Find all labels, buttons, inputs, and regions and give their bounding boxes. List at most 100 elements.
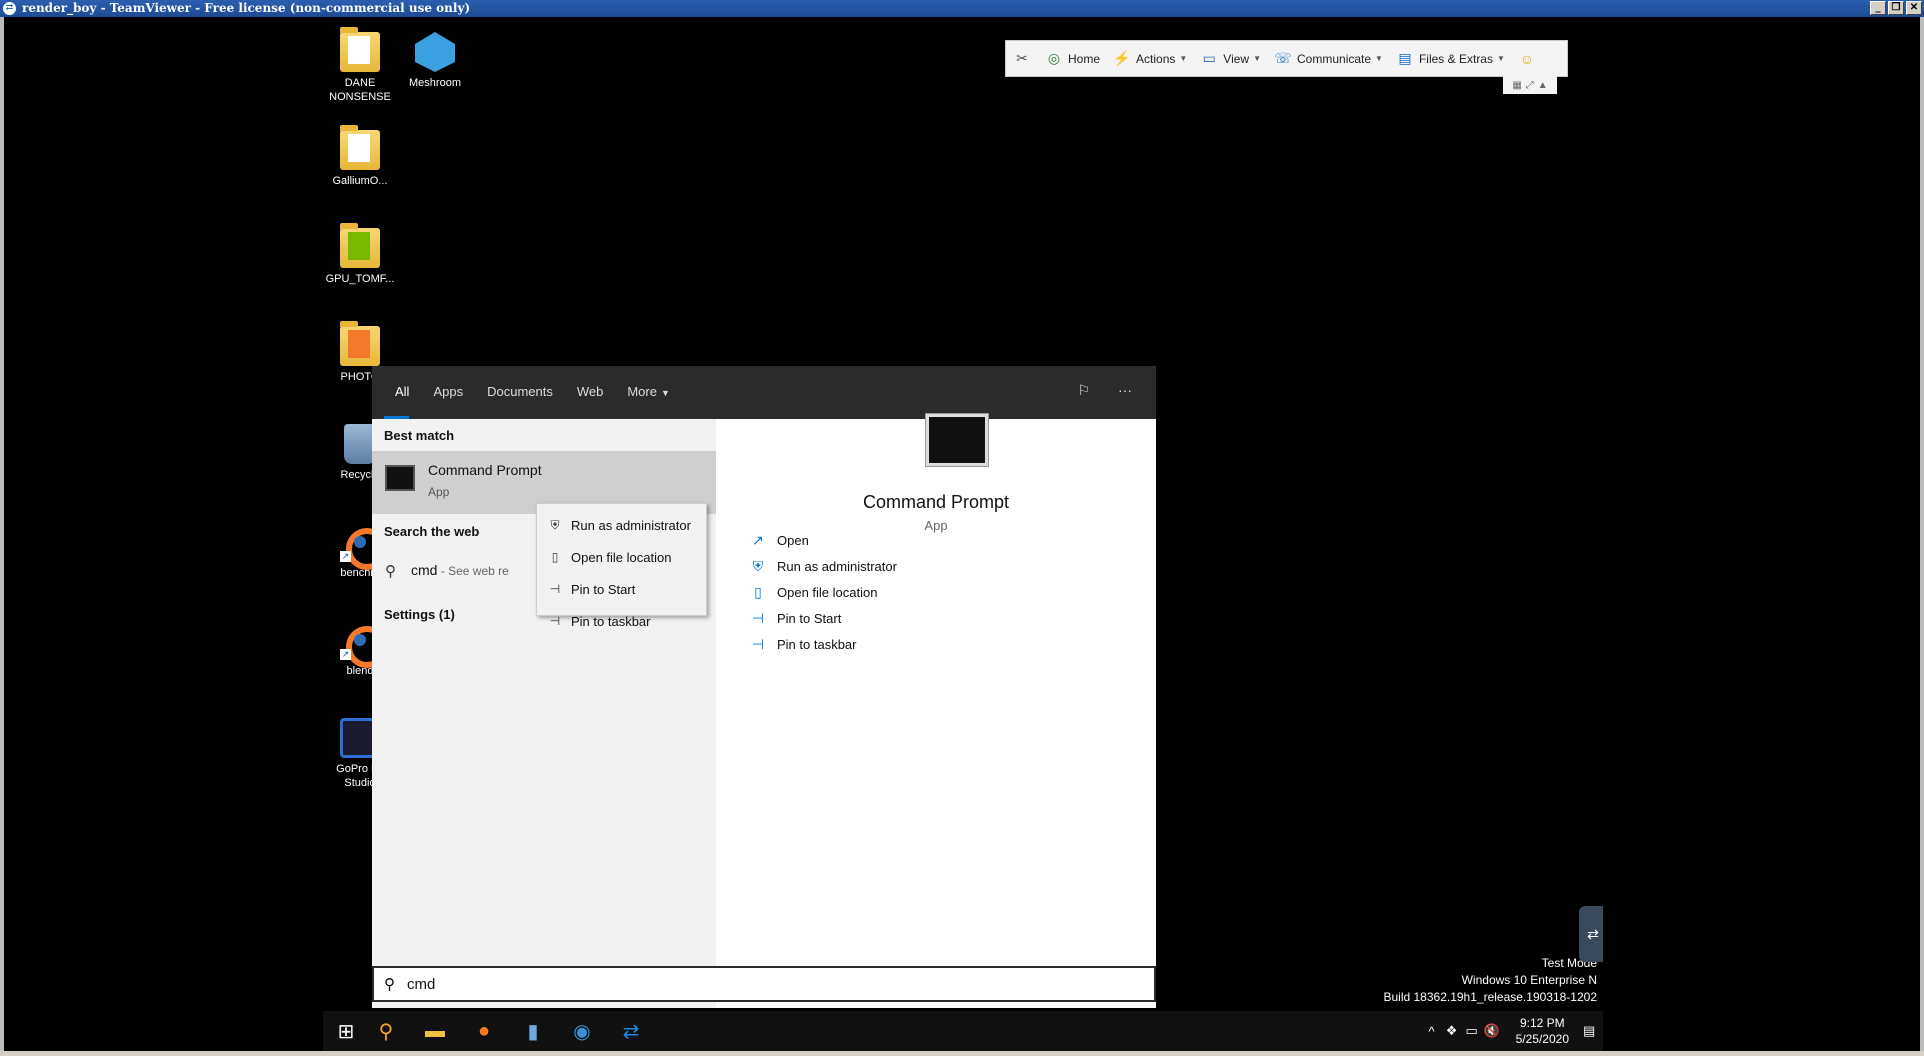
- watermark-line: Test Mode: [1541, 956, 1597, 970]
- window-frame-left: [0, 17, 4, 1051]
- context-pin-to-start[interactable]: ⊣ Pin to Start: [537, 573, 706, 605]
- app-icon: ◉: [573, 1020, 591, 1043]
- tab-documents[interactable]: Documents: [475, 384, 565, 419]
- shield-icon: ⛨: [752, 558, 764, 574]
- smiley-icon: ☺: [1519, 50, 1535, 67]
- grid-icon[interactable]: ▦: [1512, 80, 1521, 91]
- more-options-icon[interactable]: ···: [1118, 382, 1132, 399]
- taskbar-search[interactable]: ⚲: [363, 1011, 409, 1051]
- action-open-file-location[interactable]: ▯ Open file location: [749, 584, 877, 601]
- collapse-icon[interactable]: ▲: [1538, 80, 1548, 91]
- watermark-line: Windows 10 Enterprise N: [1461, 973, 1597, 987]
- action-label: Open: [777, 533, 809, 548]
- clock-time: 9:12 PM: [1519, 1016, 1565, 1030]
- system-tray: ^ ❖ ▭ 🔇 9:12 PM 5/25/2020 ▤: [1422, 1011, 1603, 1051]
- context-label: Run as administrator: [571, 517, 691, 533]
- desktop-icon-dane-nonsense[interactable]: DANE NONSENSE: [325, 27, 395, 104]
- watermark-line: Build 18362.19h1_release.190318-1202: [1383, 990, 1597, 1004]
- remote-desktop[interactable]: ✂ ◎ Home ⚡ Actions ▼ ▭ View ▼ ☏ Communic…: [323, 22, 1603, 1051]
- taskbar-app[interactable]: ◉: [559, 1011, 605, 1051]
- teamviewer-icon: ⇄: [1587, 925, 1599, 942]
- minimize-button[interactable]: _: [1870, 1, 1886, 15]
- desktop-icon-gpu-tomf[interactable]: GPU_TOMF...: [325, 223, 395, 286]
- tab-all[interactable]: All: [372, 384, 421, 419]
- result-type: App: [428, 485, 450, 499]
- toolbar-home-label: Home: [1068, 51, 1101, 66]
- network-icon[interactable]: ▭: [1462, 1023, 1482, 1039]
- chevron-up-icon[interactable]: ^: [1422, 1024, 1442, 1039]
- search-input[interactable]: [405, 974, 1005, 994]
- detail-title: Command Prompt: [862, 492, 1010, 512]
- action-pin-to-start[interactable]: ⊣ Pin to Start: [749, 610, 841, 627]
- folder-icon: [340, 125, 380, 170]
- search-icon: ⚲: [385, 563, 396, 580]
- tab-web[interactable]: Web: [565, 384, 616, 419]
- toolbar-view-label: View: [1223, 51, 1250, 66]
- teamviewer-icon: ⇄: [622, 1020, 640, 1043]
- desktop-icon-label: Meshroom: [409, 77, 461, 89]
- window-title: render_boy - TeamViewer - Free license (…: [22, 1, 471, 15]
- clock[interactable]: 9:12 PM 5/25/2020: [1502, 1015, 1583, 1047]
- settings-heading[interactable]: Settings (1): [384, 607, 455, 622]
- file-location-icon: ▯: [754, 584, 762, 600]
- desktop-icon-meshroom[interactable]: Meshroom: [400, 32, 470, 90]
- context-label: Pin to taskbar: [571, 613, 651, 629]
- taskbar-notepad[interactable]: ▮: [510, 1011, 556, 1051]
- toolbar-home[interactable]: ◎ Home: [1038, 41, 1106, 76]
- command-prompt-icon: [385, 465, 415, 491]
- toolbar-view[interactable]: ▭ View ▼: [1193, 41, 1267, 76]
- detail-type: App: [924, 518, 948, 533]
- toolbar-feedback[interactable]: ☺: [1511, 41, 1543, 76]
- toolbar-files-label: Files & Extras: [1418, 51, 1493, 66]
- desktop-icon-label: DANE NONSENSE: [329, 77, 391, 103]
- desktop-icon-galliumos[interactable]: GalliumO...: [325, 125, 395, 188]
- toolbar-communicate[interactable]: ☏ Communicate ▼: [1267, 41, 1389, 76]
- search-box[interactable]: ⚲: [372, 966, 1156, 1002]
- tab-more[interactable]: More ▼: [615, 384, 682, 419]
- pin-icon: ⊣: [549, 614, 561, 628]
- lightning-icon: ⚡: [1113, 50, 1131, 66]
- pin-icon: ⊣: [751, 636, 765, 652]
- context-pin-to-taskbar[interactable]: ⊣ Pin to taskbar: [537, 605, 706, 637]
- action-pin-to-taskbar[interactable]: ⊣ Pin to taskbar: [749, 636, 857, 653]
- pin-icon: ⊣: [549, 582, 561, 596]
- desktop-icon-label: GPU_TOMF...: [325, 273, 395, 285]
- folder-icon: [340, 27, 380, 72]
- context-open-file-location[interactable]: ▯ Open file location: [537, 541, 706, 573]
- window-frame-right: [1920, 17, 1924, 1051]
- command-prompt-large-icon: [926, 414, 988, 466]
- toolbar-actions-label: Actions: [1136, 51, 1176, 66]
- toolbar-actions[interactable]: ⚡ Actions ▼: [1106, 41, 1193, 76]
- toolbar-close-session[interactable]: ✂: [1006, 41, 1038, 76]
- context-run-as-admin[interactable]: ⛨ Run as administrator: [537, 509, 706, 541]
- fullscreen-icon[interactable]: ⤢: [1526, 80, 1534, 91]
- taskbar-teamviewer[interactable]: ⇄: [608, 1011, 654, 1051]
- restore-button[interactable]: ❐: [1888, 1, 1904, 15]
- folder-icon: ▬: [425, 1019, 445, 1042]
- close-button[interactable]: ✕: [1906, 1, 1922, 15]
- teamviewer-side-tab[interactable]: ⇄: [1579, 906, 1603, 962]
- context-label: Open file location: [571, 549, 672, 565]
- search-web-heading: Search the web: [384, 524, 480, 539]
- action-label: Run as administrator: [777, 559, 897, 574]
- tab-apps[interactable]: Apps: [421, 384, 475, 419]
- feedback-icon[interactable]: ⚐: [1077, 382, 1090, 399]
- taskbar-firefox[interactable]: ●: [461, 1011, 507, 1051]
- open-icon: ↗: [752, 532, 764, 548]
- pin-icon: ⊣: [751, 610, 765, 626]
- dropbox-icon[interactable]: ❖: [1442, 1023, 1462, 1039]
- search-tabs: All Apps Documents Web More ▼ ⚐ ···: [372, 366, 1156, 419]
- toolbar-communicate-label: Communicate: [1297, 51, 1372, 66]
- taskbar-file-explorer[interactable]: ▬: [412, 1011, 458, 1051]
- volume-muted-icon[interactable]: 🔇: [1482, 1023, 1502, 1039]
- toolbar-files-extras[interactable]: ▤ Files & Extras ▼: [1389, 41, 1511, 76]
- notepad-icon: ▮: [527, 1020, 539, 1043]
- context-menu: ⛨ Run as administrator ▯ Open file locat…: [536, 503, 707, 629]
- windows-watermark: Test Mode Windows 10 Enterprise N Build …: [1383, 955, 1597, 1006]
- action-run-as-admin[interactable]: ⛨ Run as administrator: [749, 558, 897, 575]
- action-label: Pin to Start: [777, 611, 842, 626]
- close-session-icon: ✂: [1016, 50, 1028, 66]
- action-open[interactable]: ↗ Open: [749, 532, 809, 549]
- search-icon: ⚲: [378, 1020, 394, 1043]
- notifications-icon[interactable]: ▤: [1583, 1023, 1603, 1039]
